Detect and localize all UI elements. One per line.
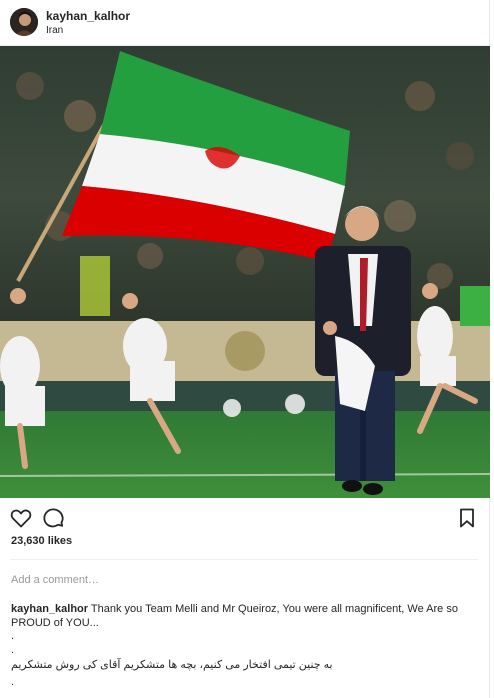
divider bbox=[10, 559, 478, 560]
post-photo[interactable] bbox=[0, 46, 490, 498]
caption-dot: . bbox=[11, 676, 15, 688]
heart-icon[interactable] bbox=[9, 506, 33, 530]
post-header: kayhan_kalhor Iran bbox=[0, 0, 490, 46]
username-link[interactable]: kayhan_kalhor bbox=[46, 9, 130, 23]
avatar[interactable] bbox=[10, 8, 38, 36]
bookmark-icon[interactable] bbox=[455, 506, 479, 530]
caption-author-link[interactable]: kayhan_kalhor bbox=[11, 603, 88, 615]
add-comment-input[interactable]: Add a comment… bbox=[11, 574, 99, 586]
likes-count[interactable]: 23,630 likes bbox=[11, 535, 72, 547]
location-link[interactable]: Iran bbox=[46, 25, 63, 36]
post-caption: kayhan_kalhor Thank you Team Melli and M… bbox=[11, 602, 481, 630]
caption-dot: . bbox=[11, 630, 15, 642]
caption-dot: . bbox=[11, 644, 15, 656]
caption-farsi-text: به چنین تیمی افتخار می کنیم، بچه ها متشک… bbox=[11, 659, 333, 671]
post-actions bbox=[0, 506, 490, 534]
comment-icon[interactable] bbox=[41, 506, 65, 530]
post-card: kayhan_kalhor Iran 23,630 likes Add a co… bbox=[0, 0, 490, 698]
